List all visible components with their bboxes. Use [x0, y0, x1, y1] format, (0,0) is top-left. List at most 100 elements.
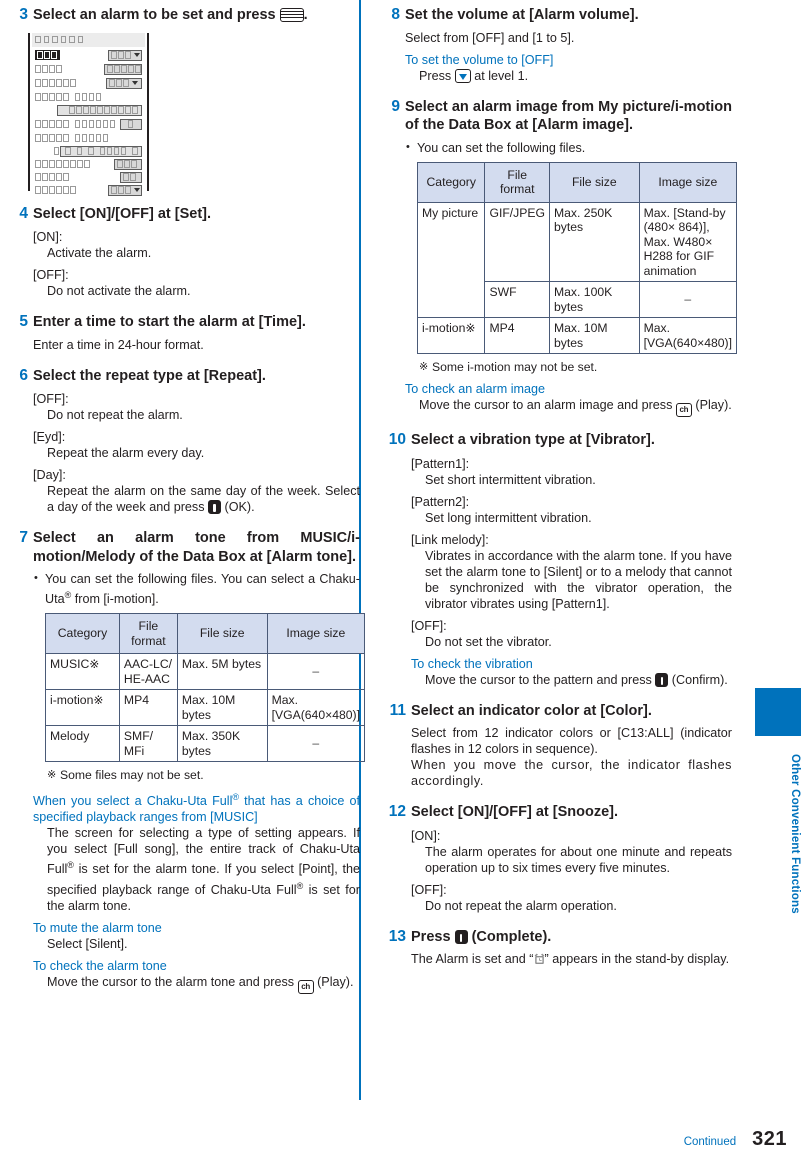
subsection-body: Move the cursor to an alarm image and pr… — [419, 397, 732, 417]
subsection-heading: To set the volume to [OFF] — [405, 52, 554, 67]
screen-row-label-10 — [32, 173, 70, 181]
subsection-heading: To mute the alarm tone — [33, 920, 162, 935]
table-cell-category: MUSIC※ — [45, 653, 120, 691]
screen-field-dropdown-1 — [108, 49, 142, 61]
table-cell-format: AAC-LC/HE-AAC — [118, 653, 178, 691]
registered-mark: ® — [67, 860, 74, 871]
step-11: 11 Select an indicator color at [Color]. — [386, 702, 732, 721]
table-cell-filesize: Max. 10M bytes — [176, 689, 268, 727]
term-label: [OFF]: — [411, 618, 447, 633]
term-definition: Vibrates in accordance with the alarm to… — [425, 548, 732, 611]
alarm-clock-glyph — [534, 953, 545, 965]
table-row: i-motion※ MP4 Max. 10M bytes Max. [VGA(6… — [45, 689, 366, 727]
step-title: Select the repeat type at [Repeat]. — [33, 367, 266, 384]
term-definition: Do not activate the alarm. — [47, 284, 191, 298]
step-title: Enter a time to start the alarm at [Time… — [33, 314, 306, 330]
subsection-body-pre: Move the cursor to the alarm tone and pr… — [47, 974, 298, 989]
subsection-body-post: (Play). — [691, 398, 732, 412]
subsection-body: Move the cursor to the pattern and press… — [425, 672, 732, 688]
screen-row-selected-label — [35, 50, 60, 60]
screen-field-dropdown-3 — [106, 77, 142, 89]
bullet-item: You can set the following files. You can… — [33, 570, 360, 607]
step-number: 7 — [19, 529, 28, 546]
step-13-note-post: ” appears in the stand-by display. — [544, 952, 730, 966]
screen-field-box-2 — [104, 63, 142, 75]
table-header-cell: Image size — [266, 613, 366, 655]
table-cell-imagesize: Max. [Stand-by (480× 864)], Max. W480× H2… — [638, 201, 738, 282]
step-12: 12 Select [ON]/[OFF] at [Snooze]. — [386, 803, 732, 822]
term-label: [Pattern1]: — [411, 456, 470, 471]
term-definition: Activate the alarm. — [47, 246, 152, 260]
screen-title-bar — [32, 32, 145, 47]
step-title-pre: Press — [411, 928, 455, 945]
registered-mark: ® — [296, 880, 304, 891]
screen-row-label-9 — [32, 160, 91, 168]
term-label: [ON]: — [411, 828, 441, 843]
step-title-suffix: . — [303, 7, 308, 23]
definition-text-pre: Repeat the alarm on the same day of the … — [47, 484, 360, 514]
table-header-cell: File format — [484, 161, 550, 203]
step-5-body: Enter a time in 24-hour format. — [33, 337, 360, 353]
manual-page: 3 Select an alarm to be set and press . — [0, 0, 801, 1161]
step-6-body: [OFF]: Do not repeat the alarm. [Eyd]: R… — [33, 391, 360, 515]
continued-label: Continued — [683, 1136, 737, 1148]
screen-row-label-3 — [32, 79, 77, 87]
subsection-body: The screen for selecting a type of setti… — [47, 826, 360, 913]
step-number: 10 — [388, 431, 406, 448]
screen-row-alarm-volume — [32, 118, 145, 131]
term-definition: Set short intermittent vibration. — [425, 472, 596, 487]
table-cell-imagesize: – — [266, 653, 366, 691]
table-cell-filesize: Max. 5M bytes — [176, 653, 268, 691]
step-11-body: Select from 12 indicator colors or [C13:… — [411, 725, 732, 789]
table-cell-filesize: Max. 250K bytes — [549, 201, 640, 282]
step-title: Select an alarm to be set and press . — [33, 6, 360, 25]
step-9-body: You can set the following files. Categor… — [405, 139, 738, 417]
term-label: [Eyd]: — [33, 430, 66, 444]
menu-key-icon — [279, 8, 304, 22]
bullet-item: You can set the following files. — [405, 139, 732, 156]
step-title: Select an alarm image from My picture/i-… — [405, 98, 732, 134]
table-header-cell: Category — [416, 161, 486, 203]
screen-row-snooze — [32, 184, 145, 197]
screen-field-wide-8 — [53, 145, 142, 157]
registered-mark: ® — [232, 792, 240, 803]
step-8-note: Select from [OFF] and [1 to 5]. — [405, 30, 575, 45]
table-footnote: Some i-motion may not be set. — [419, 359, 732, 375]
table-header-row: Category File format File size Image size — [45, 613, 366, 655]
subsection-body-pre: Move the cursor to the pattern and press — [425, 672, 656, 687]
step-13-body: The Alarm is set and “ ” appears in the s… — [411, 951, 732, 967]
screen-row-label-2 — [32, 65, 63, 73]
step-10: 10 Select a vibration type at [Vibrator]… — [386, 431, 732, 450]
subsection-body-post: (Confirm). — [668, 672, 728, 687]
step-number: 5 — [19, 313, 28, 330]
term-label: [OFF]: — [411, 882, 447, 897]
term-definition: The alarm operates for about one minute … — [425, 844, 732, 875]
step-title: Press (Complete). — [411, 928, 732, 947]
table-cell-category: i-motion※ — [416, 317, 486, 354]
screen-field-box-6 — [120, 118, 142, 130]
table-cell-filesize: Max. 350K bytes — [176, 725, 268, 763]
screen-row-color — [32, 171, 145, 184]
screen-field-wide-5 — [57, 104, 142, 116]
screen-row-label-6 — [32, 120, 117, 128]
subsection-heading: When you select a Chaku-Uta Full® that h… — [33, 792, 361, 825]
step-number: 12 — [388, 803, 406, 820]
step-title: Select [ON]/[OFF] at [Set]. — [33, 205, 212, 222]
step-title: Select [ON]/[OFF] at [Snooze]. — [411, 804, 619, 820]
table-row: MUSIC※ AAC-LC/HE-AAC Max. 5M bytes – — [45, 653, 366, 691]
term-label: [Pattern2]: — [411, 494, 470, 509]
step-title: Select an alarm tone from MUSIC/i-motion… — [33, 530, 360, 565]
step-6: 6 Select the repeat type at [Repeat]. — [14, 367, 360, 386]
screen-row-repeat — [32, 77, 145, 90]
step-11-note-2: When you move the cursor, the indicator … — [411, 758, 732, 788]
table-cell-category: i-motion※ — [45, 689, 120, 727]
subsection-heading: To check an alarm image — [405, 382, 545, 396]
table-header-row: Category File format File size Image size — [416, 161, 738, 203]
term-definition: Repeat the alarm on the same day of the … — [47, 483, 360, 515]
subsection-body: Move the cursor to the alarm tone and pr… — [47, 974, 360, 994]
step-title-post: (Complete). — [467, 928, 552, 945]
screen-row-alarm-tone-value — [32, 104, 145, 117]
table-cell-format: SMF/MFi — [118, 725, 178, 763]
subsection-body-pre: Press — [419, 68, 455, 83]
down-key-icon — [454, 68, 471, 83]
